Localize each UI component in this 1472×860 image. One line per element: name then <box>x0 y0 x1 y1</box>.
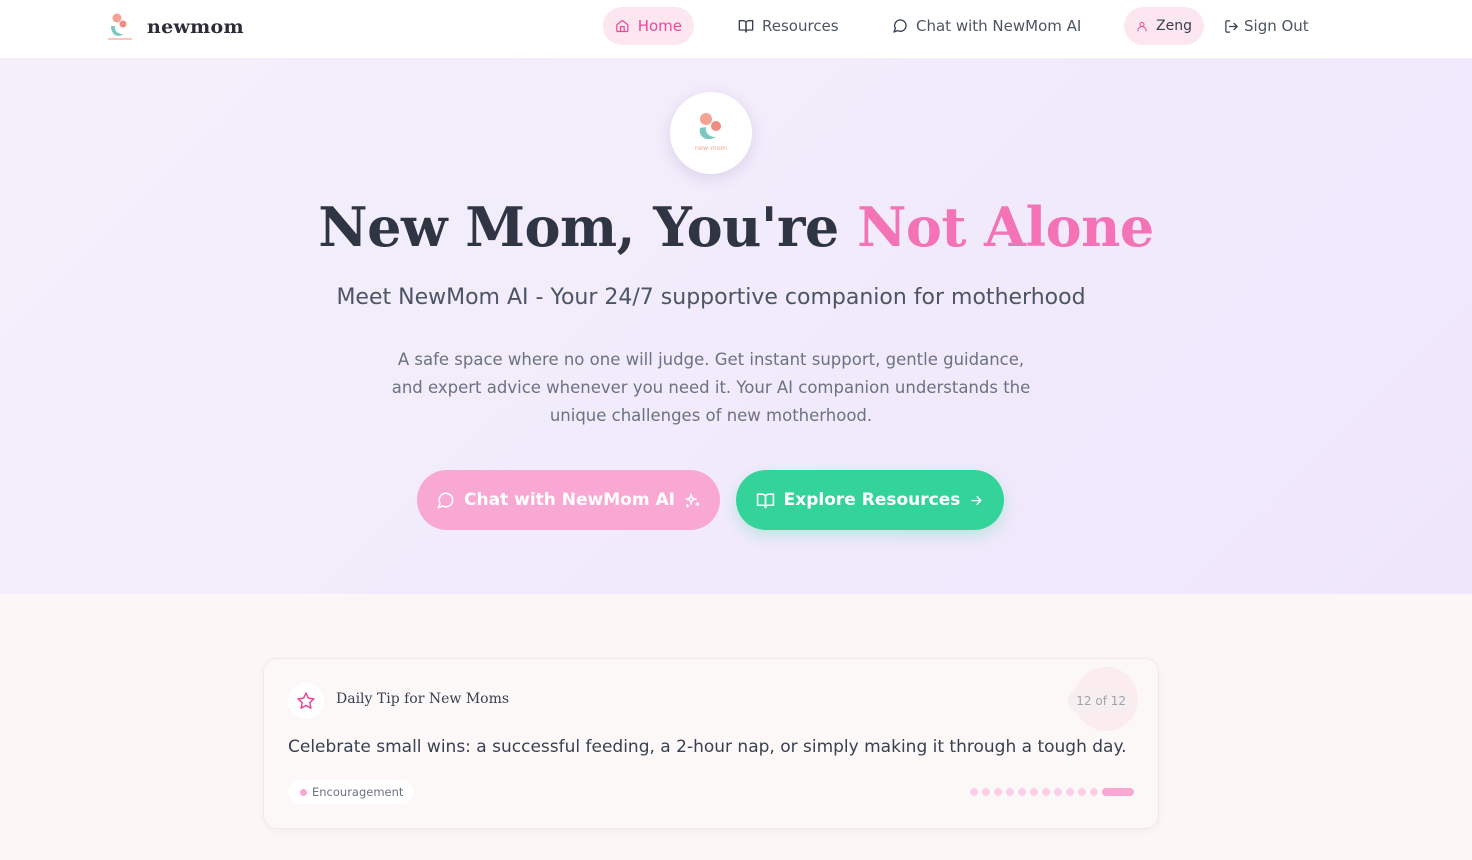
hero-description: A safe space where no one will judge. Ge… <box>391 350 1031 425</box>
star-icon <box>288 683 324 719</box>
hero-title-accent: Not Alone <box>857 195 1154 259</box>
badge-text: new mom <box>695 144 727 152</box>
pagination-dot[interactable] <box>1042 788 1050 796</box>
user-menu[interactable]: Zeng <box>1124 7 1204 45</box>
book-open-icon <box>738 20 754 33</box>
sign-out-label: Sign Out <box>1244 17 1309 35</box>
logo-icon: new mom <box>695 113 727 152</box>
tip-title: Daily Tip for New Moms <box>336 691 510 707</box>
user-icon <box>1137 21 1147 32</box>
log-out-icon <box>1225 19 1238 33</box>
nav-resources[interactable]: Resources <box>726 7 851 45</box>
nav-chat-label: Chat with NewMom AI <box>916 17 1082 35</box>
tip-counter: 12 of 12 <box>1068 689 1134 713</box>
pagination-dot[interactable] <box>1090 788 1098 796</box>
pagination-dot[interactable] <box>982 788 990 796</box>
pagination-dot[interactable] <box>970 788 978 796</box>
nav-home[interactable]: Home <box>603 7 694 45</box>
pagination-dot[interactable] <box>1078 788 1086 796</box>
hero-section: new mom New Mom, You're Not Alone Meet N… <box>0 59 1472 594</box>
pagination-dot[interactable] <box>1018 788 1026 796</box>
chat-with-ai-button[interactable]: Chat with NewMom AI <box>417 470 720 530</box>
tip-text: Celebrate small wins: a successful feedi… <box>288 737 1127 757</box>
logo-icon <box>106 12 134 42</box>
chat-with-ai-label: Chat with NewMom AI <box>464 490 675 510</box>
hero-title: New Mom, You're Not Alone <box>0 195 1472 259</box>
pagination-dot[interactable] <box>1054 788 1062 796</box>
tip-category-tag: Encouragement <box>288 780 414 804</box>
daily-tip-card: Daily Tip for New Moms 12 of 12 Celebrat… <box>263 658 1159 829</box>
pagination-dot[interactable] <box>1066 788 1074 796</box>
top-navbar: newmom Home Resources Chat with NewMom A… <box>0 0 1472 59</box>
home-icon <box>616 19 629 33</box>
explore-resources-button[interactable]: Explore Resources <box>736 470 1004 530</box>
hero-title-main: New Mom, You're <box>318 195 858 259</box>
message-circle-icon <box>437 492 454 508</box>
tag-dot <box>300 788 307 796</box>
hero-subtitle: Meet NewMom AI - Your 24/7 supportive co… <box>336 285 1086 310</box>
nav-home-label: Home <box>637 17 682 35</box>
message-circle-icon <box>893 19 907 33</box>
pagination-dot[interactable] <box>1030 788 1038 796</box>
tip-pagination <box>966 788 1134 796</box>
pagination-dot[interactable] <box>1006 788 1014 796</box>
book-open-icon <box>756 492 774 508</box>
nav-resources-label: Resources <box>762 17 839 35</box>
arrow-right-icon <box>971 495 982 505</box>
hero-logo-badge: new mom <box>670 92 752 174</box>
explore-resources-label: Explore Resources <box>783 490 961 510</box>
sign-out-button[interactable]: Sign Out <box>1212 7 1321 45</box>
tip-category-label: Encouragement <box>312 785 404 799</box>
user-name: Zeng <box>1156 18 1192 34</box>
sparkles-icon <box>685 492 700 508</box>
nav-chat[interactable]: Chat with NewMom AI <box>880 7 1093 45</box>
pagination-dot-active[interactable] <box>1102 788 1134 796</box>
brand-name: newmom <box>147 16 244 38</box>
brand[interactable]: newmom <box>106 12 244 42</box>
pagination-dot[interactable] <box>994 788 1002 796</box>
